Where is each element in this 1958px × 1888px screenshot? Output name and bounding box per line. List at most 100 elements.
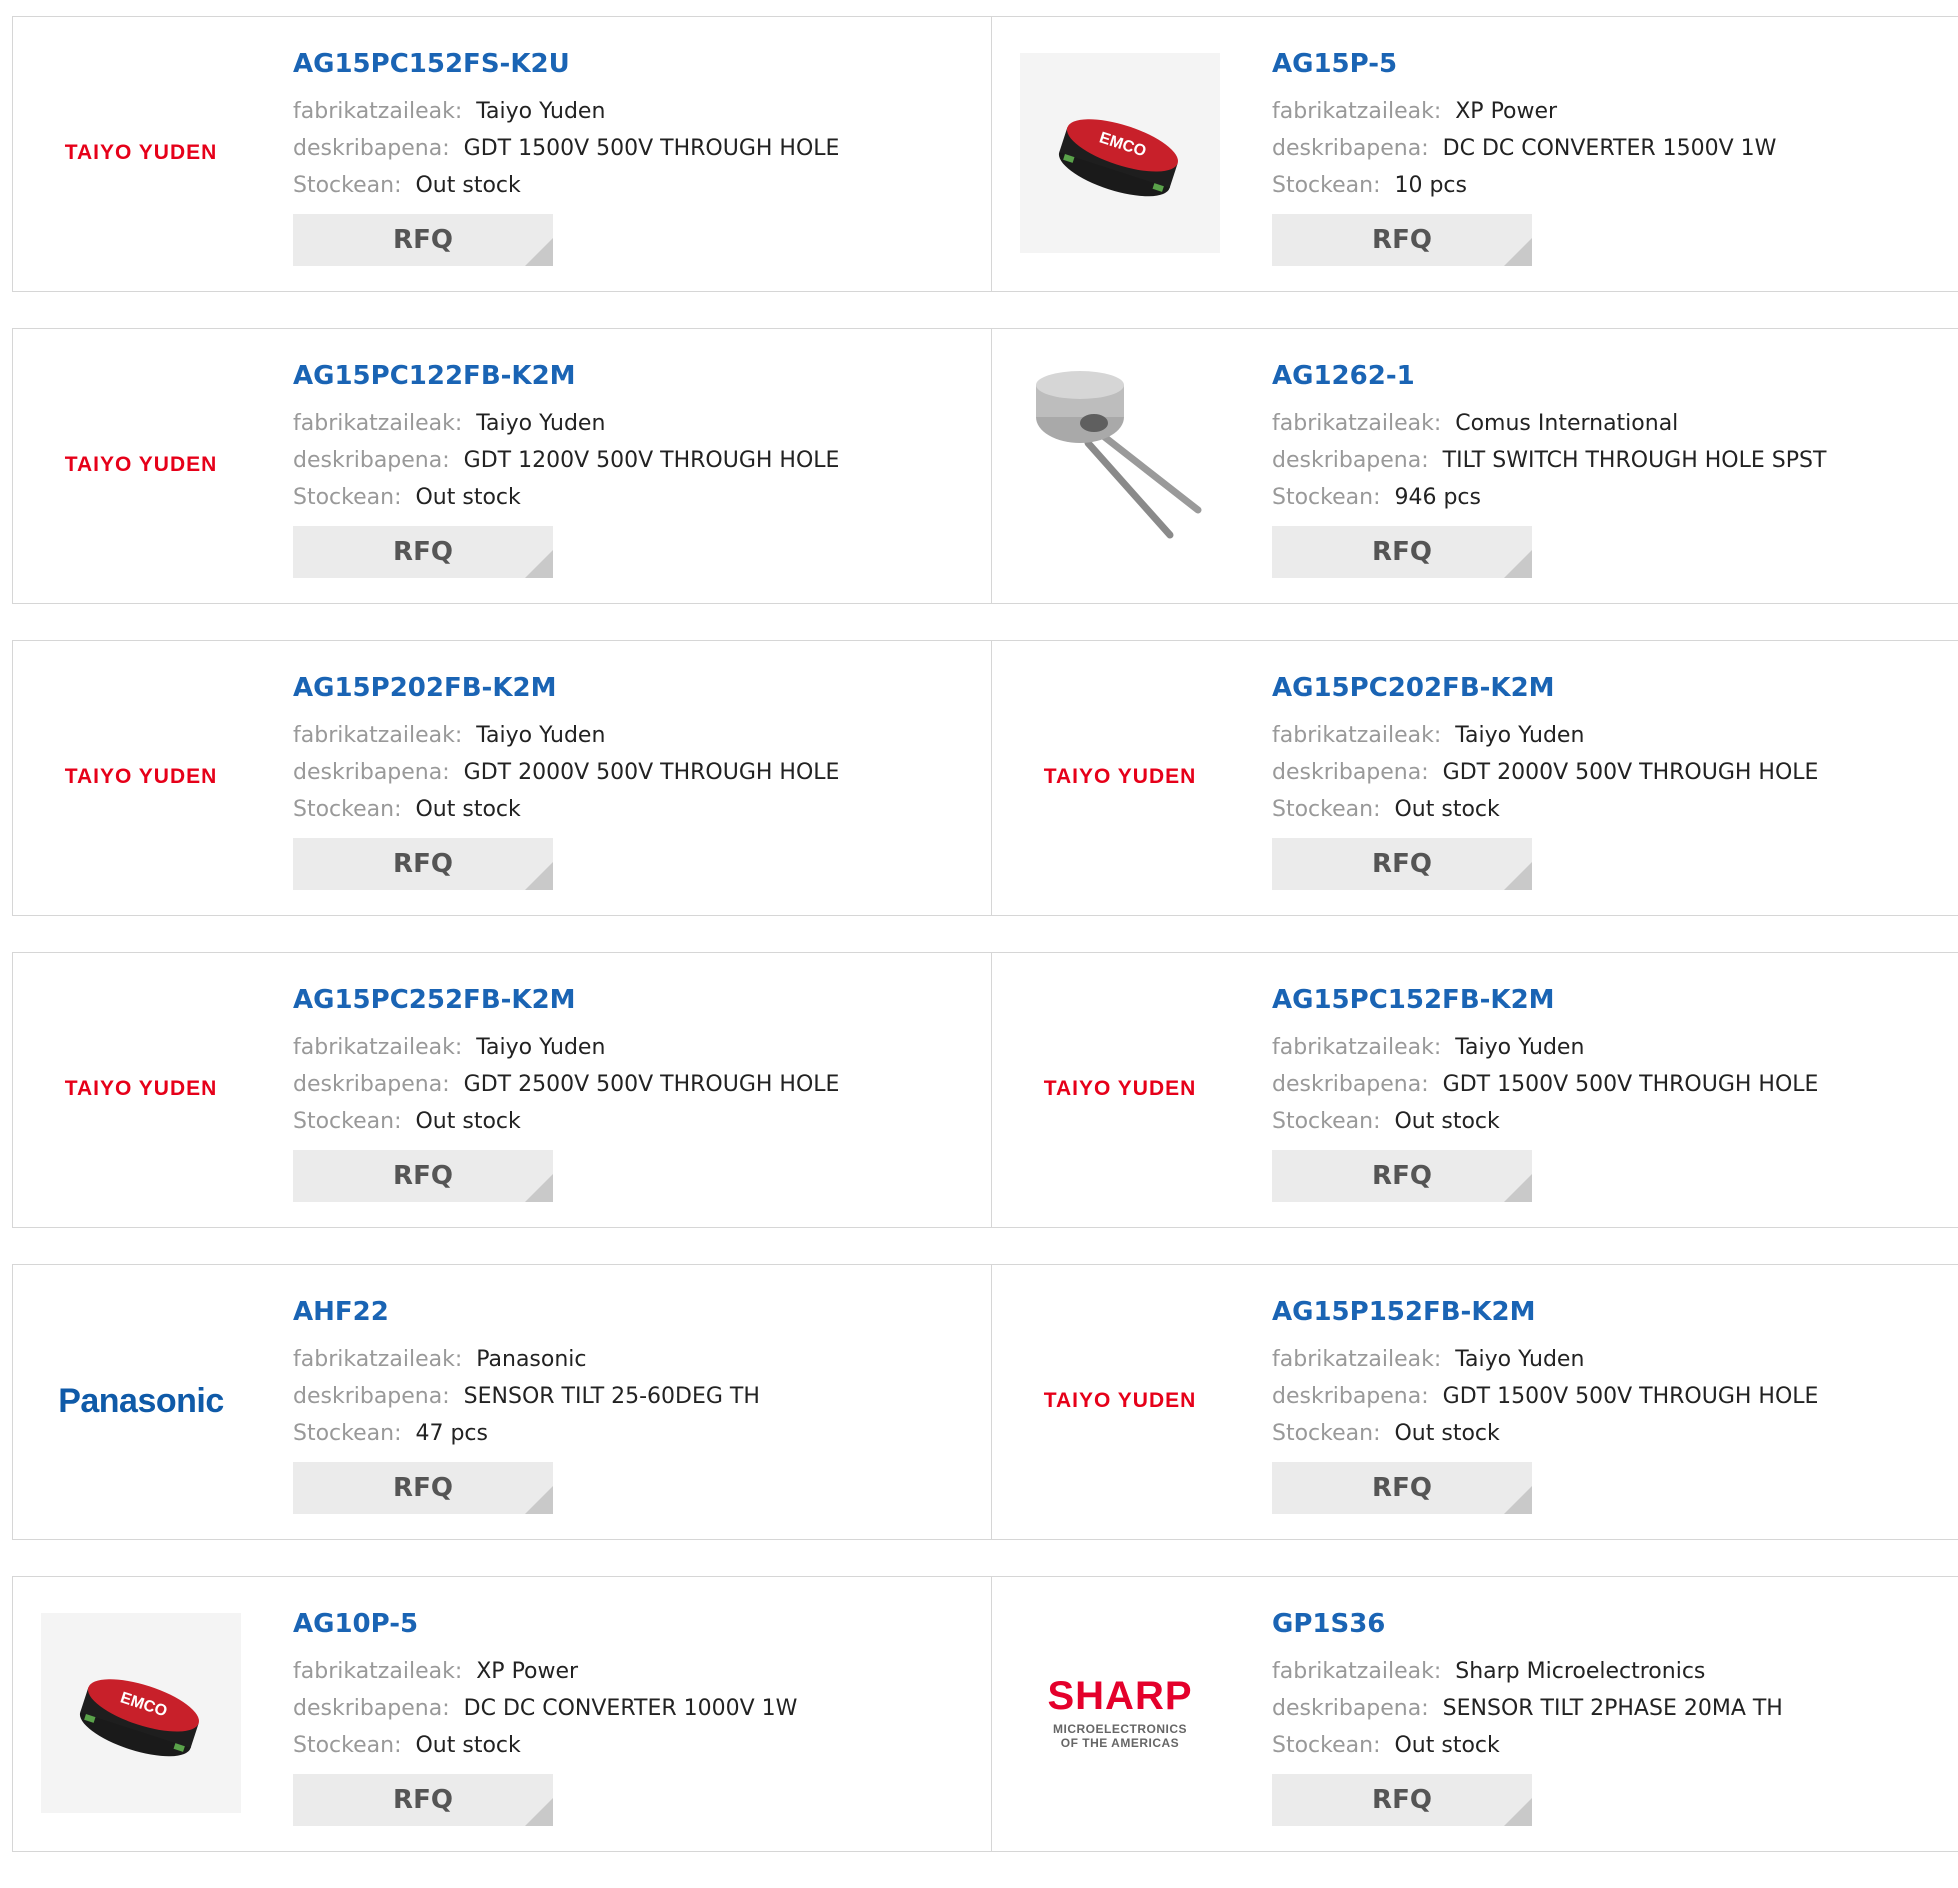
part-number-link[interactable]: AG15PC252FB-K2M [293,983,839,1017]
rfq-corner-decoration [1504,550,1532,578]
manufacturer-row: fabrikatzaileak: Taiyo Yuden [293,93,839,130]
rfq-button[interactable]: RFQ [1272,1462,1532,1514]
rfq-label: RFQ [1372,1161,1432,1191]
rfq-button[interactable]: RFQ [1272,526,1532,578]
manufacturer-value: Sharp Microelectronics [1455,1659,1706,1684]
description-label: deskribapena: [1272,448,1429,473]
rfq-corner-decoration [1504,238,1532,266]
taiyo-yuden-logo: TAIYO YUDEN [64,453,218,476]
product-image[interactable]: TAIYO YUDEN [41,989,241,1189]
manufacturer-row: fabrikatzaileak: Panasonic [293,1341,760,1378]
taiyo-yuden-logo: TAIYO YUDEN [64,1077,218,1100]
rfq-label: RFQ [1372,849,1432,879]
part-number-link[interactable]: AG10P-5 [293,1607,797,1641]
part-number-link[interactable]: AG15PC152FB-K2M [1272,983,1818,1017]
part-number-link[interactable]: AG1262-1 [1272,359,1826,393]
product-image[interactable]: TAIYO YUDEN [1020,677,1220,877]
product-card: Panasonic AHF22 fabrikatzaileak: Panasoni… [13,1265,991,1539]
rfq-button[interactable]: RFQ [293,1774,553,1826]
stock-label: Stockean: [293,485,402,510]
manufacturer-row: fabrikatzaileak: XP Power [293,1653,797,1690]
tilt-switch-photo [1036,371,1202,539]
product-image[interactable]: TAIYO YUDEN [41,53,241,253]
product-info: AHF22 fabrikatzaileak: Panasonic deskriba… [293,1295,760,1514]
rfq-button[interactable]: RFQ [293,1150,553,1202]
product-image[interactable] [1020,365,1220,565]
stock-row: Stockean: Out stock [1272,1415,1818,1452]
manufacturer-label: fabrikatzaileak: [1272,1035,1442,1060]
product-card: TAIYO YUDEN AG15PC152FS-K2U fabrikatzail… [13,17,991,291]
product-image[interactable]: EMCO [1020,53,1220,253]
part-number-link[interactable]: AG15PC202FB-K2M [1272,671,1818,705]
stock-value: Out stock [415,173,521,198]
product-row: Panasonic AHF22 fabrikatzaileak: Panasoni… [12,1264,1958,1540]
rfq-label: RFQ [393,1161,453,1191]
rfq-button[interactable]: RFQ [293,214,553,266]
rfq-corner-decoration [525,238,553,266]
manufacturer-value: Comus International [1455,411,1679,436]
stock-label: Stockean: [1272,173,1381,198]
part-number-link[interactable]: AG15P152FB-K2M [1272,1295,1818,1329]
rfq-label: RFQ [393,1785,453,1815]
stock-row: Stockean: Out stock [293,1103,839,1140]
manufacturer-label: fabrikatzaileak: [293,723,463,748]
description-value: GDT 1500V 500V THROUGH HOLE [1442,1072,1819,1097]
rfq-button[interactable]: RFQ [1272,1150,1532,1202]
stock-row: Stockean: Out stock [1272,1103,1818,1140]
product-image[interactable]: TAIYO YUDEN [1020,1301,1220,1501]
rfq-button[interactable]: RFQ [1272,214,1532,266]
emco-module-photo: EMCO [41,1613,241,1813]
rfq-corner-decoration [525,862,553,890]
part-number-link[interactable]: AG15P-5 [1272,47,1776,81]
manufacturer-label: fabrikatzaileak: [1272,99,1442,124]
stock-label: Stockean: [1272,797,1381,822]
product-info: AG15P152FB-K2M fabrikatzaileak: Taiyo Yud… [1272,1295,1818,1514]
manufacturer-row: fabrikatzaileak: Taiyo Yuden [293,717,839,754]
stock-value: Out stock [1394,1421,1500,1446]
part-number-link[interactable]: AG15PC152FS-K2U [293,47,839,81]
stock-label: Stockean: [293,1733,402,1758]
rfq-button[interactable]: RFQ [1272,1774,1532,1826]
description-value: GDT 1500V 500V THROUGH HOLE [1442,1384,1819,1409]
stock-value: Out stock [415,485,521,510]
manufacturer-value: Taiyo Yuden [1455,1347,1585,1372]
stock-row: Stockean: Out stock [293,1727,797,1764]
description-value: GDT 1500V 500V THROUGH HOLE [463,136,840,161]
product-info: AG15PC152FB-K2M fabrikatzaileak: Taiyo Yu… [1272,983,1818,1202]
part-number-link[interactable]: AG15PC122FB-K2M [293,359,839,393]
rfq-corner-decoration [525,1798,553,1826]
product-info: AG15PC152FS-K2U fabrikatzaileak: Taiyo Yu… [293,47,839,266]
part-number-link[interactable]: AG15P202FB-K2M [293,671,839,705]
rfq-button[interactable]: RFQ [293,526,553,578]
product-row: TAIYO YUDEN AG15PC252FB-K2M fabrikatzail… [12,952,1958,1228]
manufacturer-row: fabrikatzaileak: Taiyo Yuden [293,1029,839,1066]
product-image[interactable]: TAIYO YUDEN [41,677,241,877]
product-card: EMCO AG10P-5 fabrikatzaileak: XP Power de… [13,1577,991,1851]
rfq-corner-decoration [1504,1798,1532,1826]
part-number-link[interactable]: GP1S36 [1272,1607,1783,1641]
stock-label: Stockean: [1272,1109,1381,1134]
taiyo-yuden-logo: TAIYO YUDEN [64,141,218,164]
product-image[interactable]: TAIYO YUDEN [41,365,241,565]
rfq-button[interactable]: RFQ [293,838,553,890]
product-image[interactable]: Panasonic [41,1301,241,1501]
description-label: deskribapena: [293,448,450,473]
stock-value: Out stock [415,797,521,822]
product-image[interactable]: SHARP MICROELECTRONICS OF THE AMERICAS [1020,1613,1220,1813]
manufacturer-row: fabrikatzaileak: Sharp Microelectronics [1272,1653,1783,1690]
emco-module-photo: EMCO [1020,53,1220,253]
product-card: TAIYO YUDEN AG15PC202FB-K2M fabrikatzail… [991,641,1958,915]
rfq-button[interactable]: RFQ [293,1462,553,1514]
part-number-link[interactable]: AHF22 [293,1295,760,1329]
rfq-corner-decoration [525,550,553,578]
manufacturer-label: fabrikatzaileak: [293,1659,463,1684]
product-card: TAIYO YUDEN AG15PC152FB-K2M fabrikatzail… [991,953,1958,1227]
stock-label: Stockean: [1272,485,1381,510]
description-label: deskribapena: [293,1072,450,1097]
rfq-button[interactable]: RFQ [1272,838,1532,890]
product-card: TAIYO YUDEN AG15PC122FB-K2M fabrikatzail… [13,329,991,603]
panasonic-logo: Panasonic [58,1381,224,1420]
product-image[interactable]: TAIYO YUDEN [1020,989,1220,1189]
description-value: SENSOR TILT 2PHASE 20MA TH [1442,1696,1783,1721]
product-image[interactable]: EMCO [41,1613,241,1813]
